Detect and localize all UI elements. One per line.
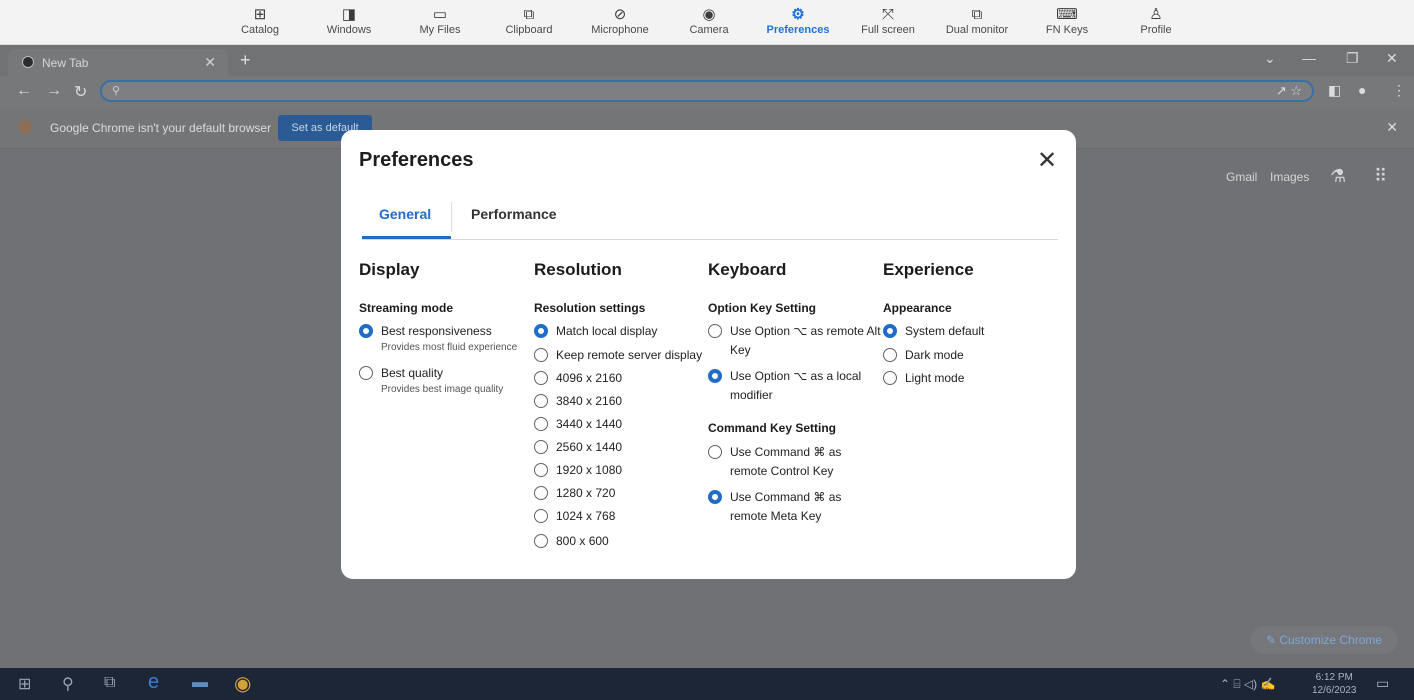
tab-performance[interactable]: Performance xyxy=(471,206,557,222)
preferences-button[interactable]: ⚙ Preferences xyxy=(758,6,838,36)
browser-tab[interactable]: New Tab ✕ xyxy=(8,49,228,76)
microphone-off-icon: ⊘ xyxy=(613,6,627,23)
bookmark-star-icon[interactable]: ↗ ☆ xyxy=(1276,83,1302,99)
radio-selected-icon xyxy=(534,324,548,338)
radio-unselected-icon xyxy=(534,371,548,385)
microphone-button[interactable]: ⊘ Microphone xyxy=(580,6,660,36)
appearance-label: Appearance xyxy=(883,301,952,315)
restore-icon[interactable]: ❐ xyxy=(1346,50,1359,67)
close-window-icon[interactable]: ✕ xyxy=(1386,50,1398,67)
dual-monitor-button[interactable]: ⧉ Dual monitor xyxy=(937,6,1017,36)
command-key-setting-label: Command Key Setting xyxy=(708,421,837,435)
fn-keys-button[interactable]: ⌨ FN Keys xyxy=(1027,6,1107,36)
keyboard-icon: ⌨ xyxy=(1056,6,1078,23)
radio-selected-icon xyxy=(883,324,897,338)
reload-icon[interactable]: ↻ xyxy=(74,82,87,102)
labs-flask-icon[interactable]: ⚗ xyxy=(1330,166,1346,187)
folder-icon: ▭ xyxy=(432,6,448,23)
edge-browser-icon[interactable]: e xyxy=(148,671,159,694)
radio-unselected-icon xyxy=(534,417,548,431)
radio-unselected-icon xyxy=(708,324,722,338)
camera-button[interactable]: ◉ Camera xyxy=(669,6,749,36)
chrome-favicon-icon xyxy=(22,56,34,68)
new-tab-button[interactable]: + xyxy=(240,50,251,71)
tab-divider xyxy=(451,202,452,232)
radio-unselected-icon xyxy=(534,440,548,454)
chrome-logo-icon xyxy=(18,120,32,134)
address-bar[interactable]: ⚲ ↗ ☆ xyxy=(100,80,1314,102)
resolution-heading: Resolution xyxy=(534,260,622,279)
profile-button[interactable]: ♙ Profile xyxy=(1116,6,1196,36)
streaming-mode-label: Streaming mode xyxy=(359,301,454,315)
forward-icon[interactable]: → xyxy=(46,82,62,100)
preferences-tabs: General Performance xyxy=(362,198,1058,240)
close-infobar-icon[interactable]: ✕ xyxy=(1386,119,1398,136)
search-icon[interactable]: ⚲ xyxy=(62,674,74,694)
windows-start-icon[interactable]: ⊞ xyxy=(18,674,31,694)
menu-kebab-icon[interactable]: ⋮ xyxy=(1392,82,1406,99)
experience-column: Experience Appearance System default Dar… xyxy=(883,260,1058,385)
pencil-icon: ✎ xyxy=(1265,633,1280,647)
radio-unselected-icon xyxy=(883,371,897,385)
back-icon[interactable]: ← xyxy=(16,82,32,100)
file-explorer-icon[interactable]: ▬ xyxy=(192,674,208,692)
keyboard-column: Keyboard Option Key Setting Use Option ⌥… xyxy=(708,260,883,523)
search-icon: ⚲ xyxy=(112,85,121,97)
clipboard-button[interactable]: ⧉ Clipboard xyxy=(489,6,569,36)
radio-unselected-icon xyxy=(534,486,548,500)
minimize-icon[interactable]: — xyxy=(1302,50,1316,66)
window-icon: ◨ xyxy=(341,6,357,23)
gear-icon: ⚙ xyxy=(791,6,805,23)
apps-grid-icon[interactable]: ⠿ xyxy=(1374,166,1387,187)
experience-heading: Experience xyxy=(883,260,974,279)
keyboard-heading: Keyboard xyxy=(708,260,787,279)
images-link[interactable]: Images xyxy=(1270,170,1309,184)
radio-selected-icon xyxy=(708,369,722,383)
radio-unselected-icon xyxy=(883,348,897,362)
radio-unselected-icon xyxy=(534,534,548,548)
person-icon: ♙ xyxy=(1149,6,1163,23)
clipboard-icon: ⧉ xyxy=(523,6,535,23)
gmail-link[interactable]: Gmail xyxy=(1226,170,1257,184)
my-files-button[interactable]: ▭ My Files xyxy=(400,6,480,36)
full-screen-button[interactable]: ⤧ Full screen xyxy=(848,6,928,36)
option-key-setting-label: Option Key Setting xyxy=(708,301,816,315)
active-tab-indicator xyxy=(362,236,451,239)
task-view-icon[interactable]: ⧉ xyxy=(104,674,115,692)
notifications-icon[interactable]: ▭ xyxy=(1376,675,1389,692)
radio-unselected-icon xyxy=(534,348,548,362)
dual-monitor-icon: ⧉ xyxy=(971,6,983,23)
radio-unselected-icon xyxy=(708,445,722,459)
browser-tab-strip: New Tab ✕ xyxy=(0,45,1414,76)
windows-taskbar: ⊞ ⚲ ⧉ e ▬ ◉ ⌃ ⌸ ◁) ✍ 6:12 PM 12/6/2023 ▭ xyxy=(0,668,1414,700)
radio-selected-icon xyxy=(708,490,722,504)
customize-chrome-button[interactable]: ✎ Customize Chrome xyxy=(1250,626,1398,654)
radio-unselected-icon xyxy=(534,509,548,523)
close-icon[interactable]: ✕ xyxy=(1037,146,1057,175)
tab-general[interactable]: General xyxy=(379,206,431,222)
close-tab-icon[interactable]: ✕ xyxy=(204,54,216,71)
windows-button[interactable]: ◨ Windows xyxy=(309,6,389,36)
chrome-taskbar-icon[interactable]: ◉ xyxy=(234,671,251,696)
system-clock[interactable]: 6:12 PM 12/6/2023 xyxy=(1312,671,1357,697)
tab-search-icon[interactable]: ⌄ xyxy=(1264,50,1276,67)
profile-avatar-icon[interactable]: ● xyxy=(1358,82,1366,98)
display-heading: Display xyxy=(359,260,420,279)
plus-square-icon: ⊞ xyxy=(253,6,267,23)
radio-unselected-icon xyxy=(359,366,373,380)
radio-selected-icon xyxy=(359,324,373,338)
preferences-dialog: Preferences ✕ General Performance Displa… xyxy=(341,130,1076,579)
display-column: Display Streaming mode Best responsivene… xyxy=(359,260,534,395)
radio-unselected-icon xyxy=(534,394,548,408)
fullscreen-icon: ⤧ xyxy=(881,6,894,23)
resolution-column: Resolution Resolution settings Match loc… xyxy=(534,260,709,548)
tray-icons[interactable]: ⌃ ⌸ ◁) ✍ xyxy=(1220,677,1275,692)
side-panel-icon[interactable]: ◧ xyxy=(1328,82,1341,99)
radio-unselected-icon xyxy=(534,463,548,477)
catalog-button[interactable]: ⊞ Catalog xyxy=(220,6,300,36)
resolution-settings-label: Resolution settings xyxy=(534,301,646,315)
workspace-toolbar: ⊞ Catalog ◨ Windows ▭ My Files ⧉ Clipboard ⊘… xyxy=(0,0,1414,45)
camera-icon: ◉ xyxy=(702,6,716,23)
dialog-title: Preferences xyxy=(359,149,474,171)
